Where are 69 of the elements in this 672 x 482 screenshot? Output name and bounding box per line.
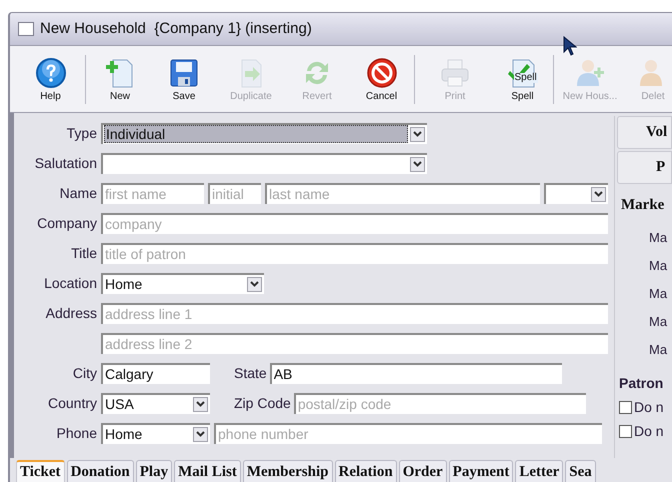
tab[interactable]: Mail List — [174, 460, 241, 482]
chevron-down-icon — [594, 191, 603, 197]
field-label: Type — [66, 124, 97, 143]
input-field[interactable]: last name — [265, 182, 540, 204]
toolbar-button[interactable]: Save — [151, 54, 217, 104]
dropdown[interactable]: Home — [101, 422, 210, 444]
input-field[interactable]: company — [101, 212, 608, 234]
chevron-down-icon — [413, 131, 422, 137]
tab[interactable]: Membership — [242, 460, 333, 482]
tab[interactable]: Letter — [515, 460, 564, 482]
tab[interactable]: Donation — [66, 460, 134, 482]
chevron-down-icon — [196, 401, 205, 407]
field-label: Zip Code — [234, 394, 291, 413]
panel-button[interactable]: Vol — [617, 116, 672, 149]
cursor-icon — [563, 36, 577, 56]
tab[interactable]: Order — [398, 460, 447, 482]
prohibited-icon — [366, 56, 398, 88]
checkbox-label: Do n — [634, 398, 664, 416]
window-title: New Household {Company 1} (inserting) — [40, 18, 312, 39]
printer-icon — [439, 56, 471, 88]
input-field[interactable]: address line 1 — [101, 302, 608, 324]
toolbar-button[interactable]: Spell Spell — [492, 54, 554, 104]
field-label: Company — [37, 214, 97, 233]
toolbar-button[interactable]: Cancel — [349, 54, 415, 104]
dropdown[interactable]: USA — [101, 392, 210, 414]
tab[interactable]: Ticket — [16, 460, 65, 482]
input-field[interactable]: title of patron — [101, 242, 608, 264]
field-label: State — [234, 364, 267, 382]
field-label: City — [72, 364, 97, 383]
input-field[interactable]: AB — [270, 362, 562, 384]
field-label: Phone — [56, 424, 97, 442]
dropdown[interactable]: Individual — [101, 122, 427, 144]
list-item: Ma — [649, 256, 668, 274]
section-title: Marke — [620, 196, 666, 215]
group-title: Patron — [618, 374, 664, 392]
input-field[interactable]: address line 2 — [101, 332, 608, 354]
tab[interactable]: Relation — [334, 460, 397, 482]
chevron-down-icon — [250, 281, 259, 287]
checkbox[interactable] — [619, 424, 632, 438]
list-item: Ma — [649, 284, 668, 302]
field-label: Address — [46, 304, 97, 322]
input-field[interactable]: Calgary — [101, 362, 210, 384]
list-item: Ma — [649, 228, 668, 246]
input-field[interactable]: phone number — [214, 422, 602, 444]
list-item: Ma — [649, 340, 668, 358]
chevron-down-icon — [413, 161, 422, 167]
field-label: Name — [60, 184, 97, 202]
toolbar-button[interactable]: New — [89, 54, 151, 104]
input-field[interactable]: initial — [208, 182, 261, 204]
checkbox-label: Do n — [634, 422, 664, 440]
checkbox[interactable] — [619, 400, 632, 414]
field-label: Salutation — [34, 154, 97, 172]
tab[interactable]: Payment — [448, 460, 514, 482]
tab[interactable]: Play — [136, 460, 172, 482]
dropdown[interactable] — [101, 152, 427, 174]
field-label: Country — [48, 394, 97, 413]
field-label: Title — [71, 244, 97, 262]
help-icon — [34, 56, 66, 88]
input-field[interactable]: first name — [101, 182, 204, 204]
dropdown[interactable]: Home — [101, 272, 264, 294]
tab[interactable]: Sea — [565, 460, 596, 482]
toolbar-button[interactable]: Help — [16, 54, 86, 104]
chevron-down-icon — [196, 431, 205, 437]
input-field[interactable]: postal/zip code — [294, 392, 586, 414]
dropdown[interactable] — [544, 182, 608, 204]
panel-button[interactable]: P — [617, 151, 672, 184]
list-item: Ma — [649, 312, 668, 330]
window-icon — [18, 22, 34, 36]
field-label: Location — [44, 274, 97, 292]
